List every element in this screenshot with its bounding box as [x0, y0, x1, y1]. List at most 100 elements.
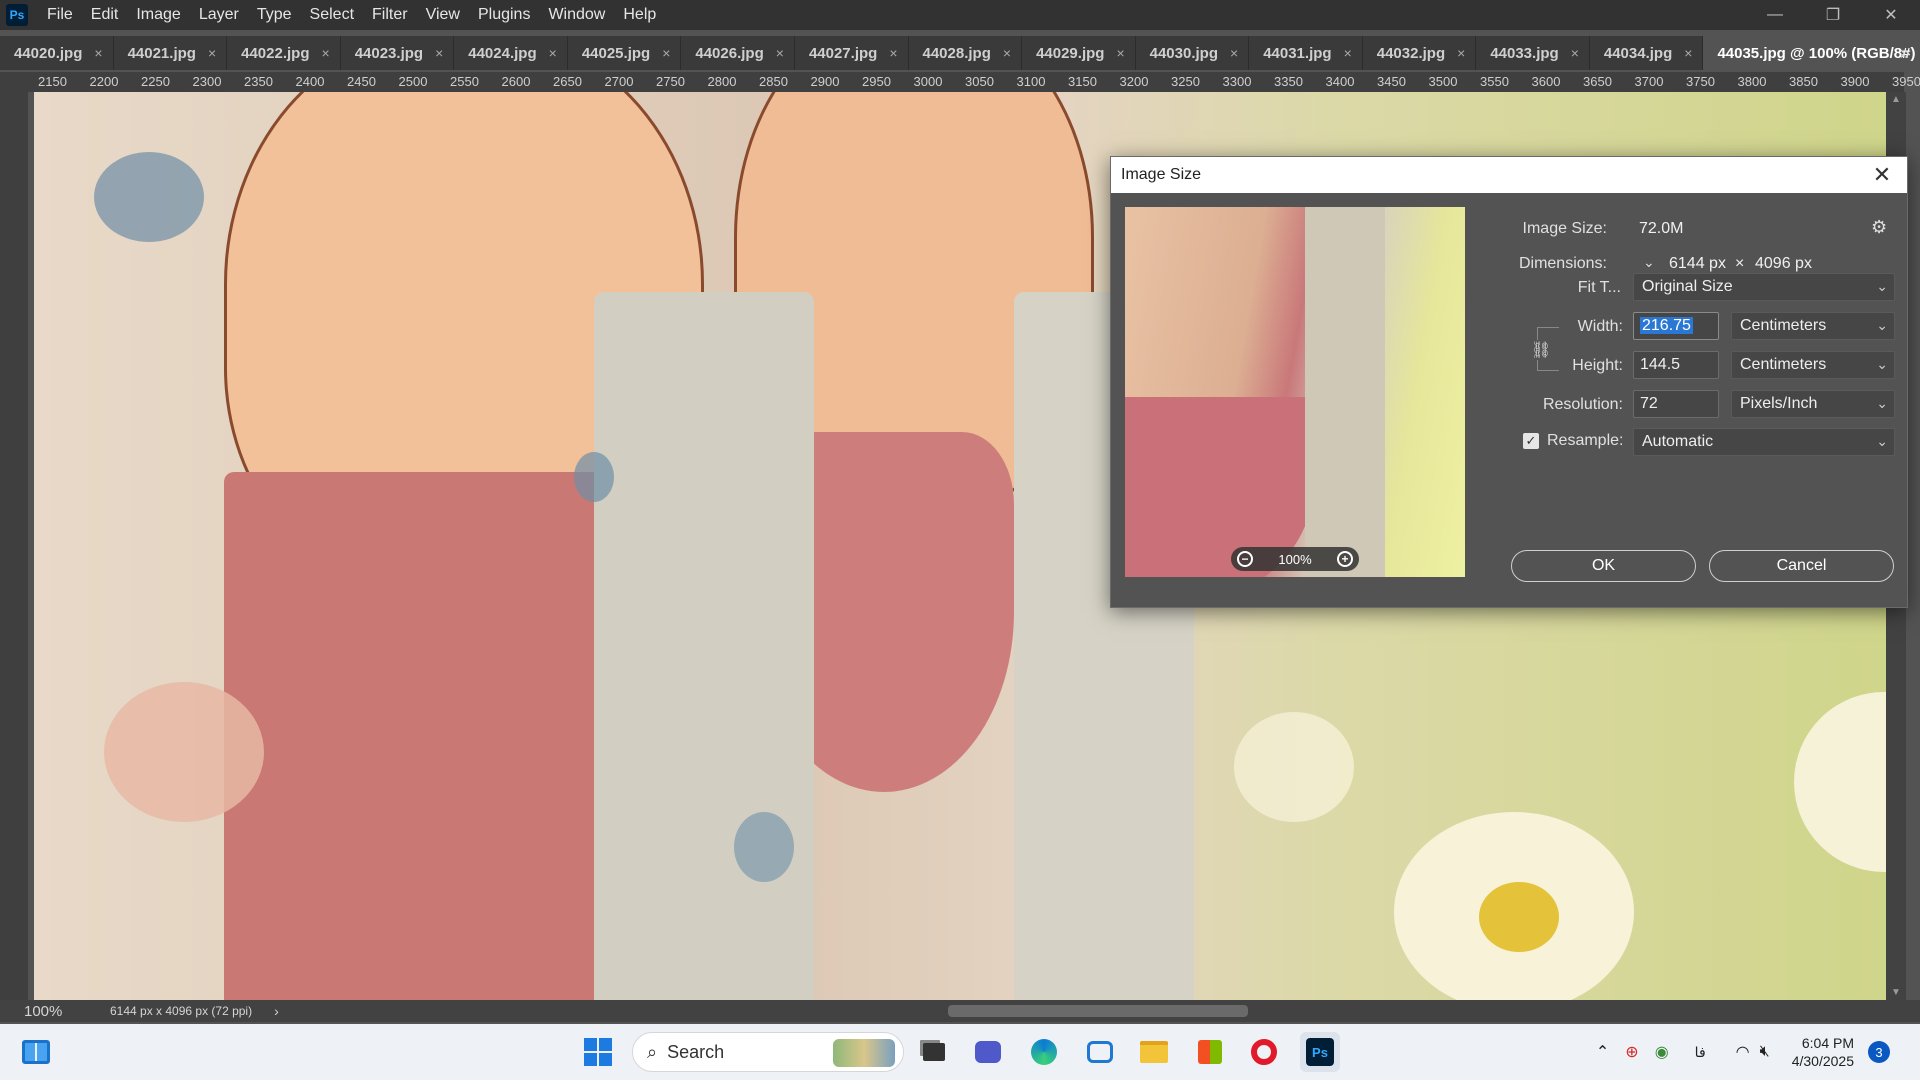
resolution-unit-select[interactable]: Pixels/Inch ⌄: [1731, 390, 1895, 418]
document-tab[interactable]: 44033.jpg ×: [1476, 36, 1590, 70]
menu-select[interactable]: Select: [301, 0, 363, 30]
file-explorer-icon[interactable]: [1134, 1032, 1174, 1072]
zoom-level-field[interactable]: 100%: [0, 1003, 72, 1020]
close-tab-icon[interactable]: ×: [94, 45, 102, 61]
preview-robe: [1305, 207, 1385, 577]
horizontal-scrollbar[interactable]: [320, 1005, 1880, 1017]
meet-chat-icon[interactable]: [968, 1032, 1008, 1072]
tray-globe-icon[interactable]: ◉: [1655, 1042, 1669, 1062]
document-tab[interactable]: 44031.jpg ×: [1249, 36, 1363, 70]
document-tab[interactable]: 44022.jpg ×: [227, 36, 341, 70]
resample-select[interactable]: Automatic ⌄: [1633, 428, 1895, 456]
document-tab[interactable]: 44027.jpg ×: [795, 36, 909, 70]
camera-app-icon[interactable]: [1080, 1032, 1120, 1072]
horizontal-scroll-thumb[interactable]: [948, 1005, 1248, 1017]
close-tab-icon[interactable]: ×: [549, 45, 557, 61]
close-tab-icon[interactable]: ×: [776, 45, 784, 61]
restore-button[interactable]: ❐: [1804, 0, 1862, 30]
document-tab[interactable]: 44021.jpg ×: [114, 36, 228, 70]
system-clock[interactable]: 6:04 PM 4/30/2025: [1792, 1034, 1854, 1070]
ok-button[interactable]: OK: [1511, 550, 1696, 582]
document-tab[interactable]: 44034.jpg ×: [1590, 36, 1704, 70]
resolution-input[interactable]: 72: [1633, 390, 1719, 418]
resample-checkbox[interactable]: ✓: [1523, 433, 1539, 449]
document-tab[interactable]: 44029.jpg ×: [1022, 36, 1136, 70]
ruler-mark-label: 3250: [1171, 74, 1200, 89]
close-tab-icon[interactable]: ×: [889, 45, 897, 61]
zoom-out-icon[interactable]: −: [1237, 551, 1253, 567]
document-tab[interactable]: 44028.jpg ×: [909, 36, 1023, 70]
menu-plugins[interactable]: Plugins: [469, 0, 539, 30]
artwork-flower: [1794, 692, 1886, 872]
volume-muted-icon[interactable]: 🔇︎: [1760, 1043, 1770, 1061]
document-tab[interactable]: 44026.jpg ×: [681, 36, 795, 70]
document-tab[interactable]: 44020.jpg ×: [0, 36, 114, 70]
close-tab-icon[interactable]: ×: [1003, 45, 1011, 61]
menu-file[interactable]: File: [38, 0, 82, 30]
menu-edit[interactable]: Edit: [82, 0, 128, 30]
close-tab-icon[interactable]: ×: [1684, 45, 1692, 61]
menu-filter[interactable]: Filter: [363, 0, 417, 30]
document-tab[interactable]: 44023.jpg ×: [341, 36, 455, 70]
zoom-in-icon[interactable]: +: [1337, 551, 1353, 567]
widgets-icon[interactable]: [16, 1032, 56, 1072]
menu-help[interactable]: Help: [614, 0, 665, 30]
language-indicator[interactable]: فا: [1695, 1044, 1706, 1061]
ruler-mark-label: 2800: [707, 74, 737, 89]
height-input[interactable]: 144.5: [1633, 351, 1719, 379]
fit-to-select[interactable]: Original Size ⌄: [1633, 273, 1895, 301]
close-tab-icon[interactable]: ×: [435, 45, 443, 61]
dialog-close-icon[interactable]: ✕: [1867, 162, 1897, 188]
close-tab-icon[interactable]: ×: [208, 45, 216, 61]
resolution-label: Resolution:: [1542, 396, 1623, 413]
show-hidden-icons-chevron-up-icon[interactable]: ⌃: [1596, 1042, 1609, 1062]
close-window-button[interactable]: ✕: [1862, 0, 1920, 30]
settings-gear-icon[interactable]: ⚙: [1871, 217, 1887, 238]
width-unit-value: Centimeters: [1740, 317, 1827, 334]
height-unit-select[interactable]: Centimeters ⌄: [1731, 351, 1895, 379]
microsoft-store-icon[interactable]: [1190, 1032, 1230, 1072]
document-tab[interactable]: 44025.jpg ×: [568, 36, 682, 70]
photoshop-taskbar-icon[interactable]: Ps: [1300, 1032, 1340, 1072]
close-tab-icon[interactable]: ×: [1116, 45, 1124, 61]
dimensions-unit-chevron-icon[interactable]: ⌄: [1643, 254, 1655, 271]
menu-layer[interactable]: Layer: [190, 0, 248, 30]
document-tab-label: 44023.jpg: [354, 44, 424, 62]
ruler-mark-label: 3350: [1274, 74, 1303, 89]
tabs-overflow-icon[interactable]: »: [1900, 36, 1910, 70]
document-tab[interactable]: 44032.jpg ×: [1363, 36, 1477, 70]
edge-browser-icon[interactable]: [1024, 1032, 1064, 1072]
dimensions-height: 4096 px: [1755, 255, 1812, 272]
document-tab[interactable]: 44035.jpg @ 100% (RGB/8#)×: [1703, 36, 1920, 70]
minimize-button[interactable]: —: [1746, 0, 1804, 30]
width-unit-select[interactable]: Centimeters ⌄: [1731, 312, 1895, 340]
menu-type[interactable]: Type: [248, 0, 301, 30]
menu-window[interactable]: Window: [539, 0, 614, 30]
artwork-flower-center: [1479, 882, 1559, 952]
ruler-mark-label: 3450: [1377, 74, 1406, 89]
fit-to-value: Original Size: [1642, 278, 1733, 295]
wifi-icon[interactable]: ◠: [1736, 1042, 1750, 1062]
image-preview[interactable]: − 100% +: [1125, 207, 1465, 577]
close-tab-icon[interactable]: ×: [1457, 45, 1465, 61]
close-tab-icon[interactable]: ×: [662, 45, 670, 61]
width-input[interactable]: 216.75: [1633, 312, 1719, 340]
document-tab[interactable]: 44024.jpg ×: [454, 36, 568, 70]
start-windows-icon[interactable]: [578, 1032, 618, 1072]
close-tab-icon[interactable]: ×: [322, 45, 330, 61]
tray-app-icon[interactable]: ⊕: [1625, 1042, 1638, 1062]
cancel-button[interactable]: Cancel: [1709, 550, 1894, 582]
document-tab[interactable]: 44030.jpg ×: [1136, 36, 1250, 70]
width-input-value: 216.75: [1640, 317, 1693, 334]
resample-label: Resample:: [1547, 432, 1624, 449]
close-tab-icon[interactable]: ×: [1344, 45, 1352, 61]
taskbar-search[interactable]: ⌕ Search: [632, 1032, 904, 1072]
menu-image[interactable]: Image: [127, 0, 189, 30]
opera-browser-icon[interactable]: [1244, 1032, 1284, 1072]
notification-badge[interactable]: 3: [1868, 1041, 1890, 1063]
close-tab-icon[interactable]: ×: [1230, 45, 1238, 61]
close-tab-icon[interactable]: ×: [1571, 45, 1579, 61]
status-expand-icon[interactable]: ›: [274, 1003, 279, 1019]
menu-view[interactable]: View: [417, 0, 469, 30]
task-view-icon[interactable]: [914, 1032, 954, 1072]
